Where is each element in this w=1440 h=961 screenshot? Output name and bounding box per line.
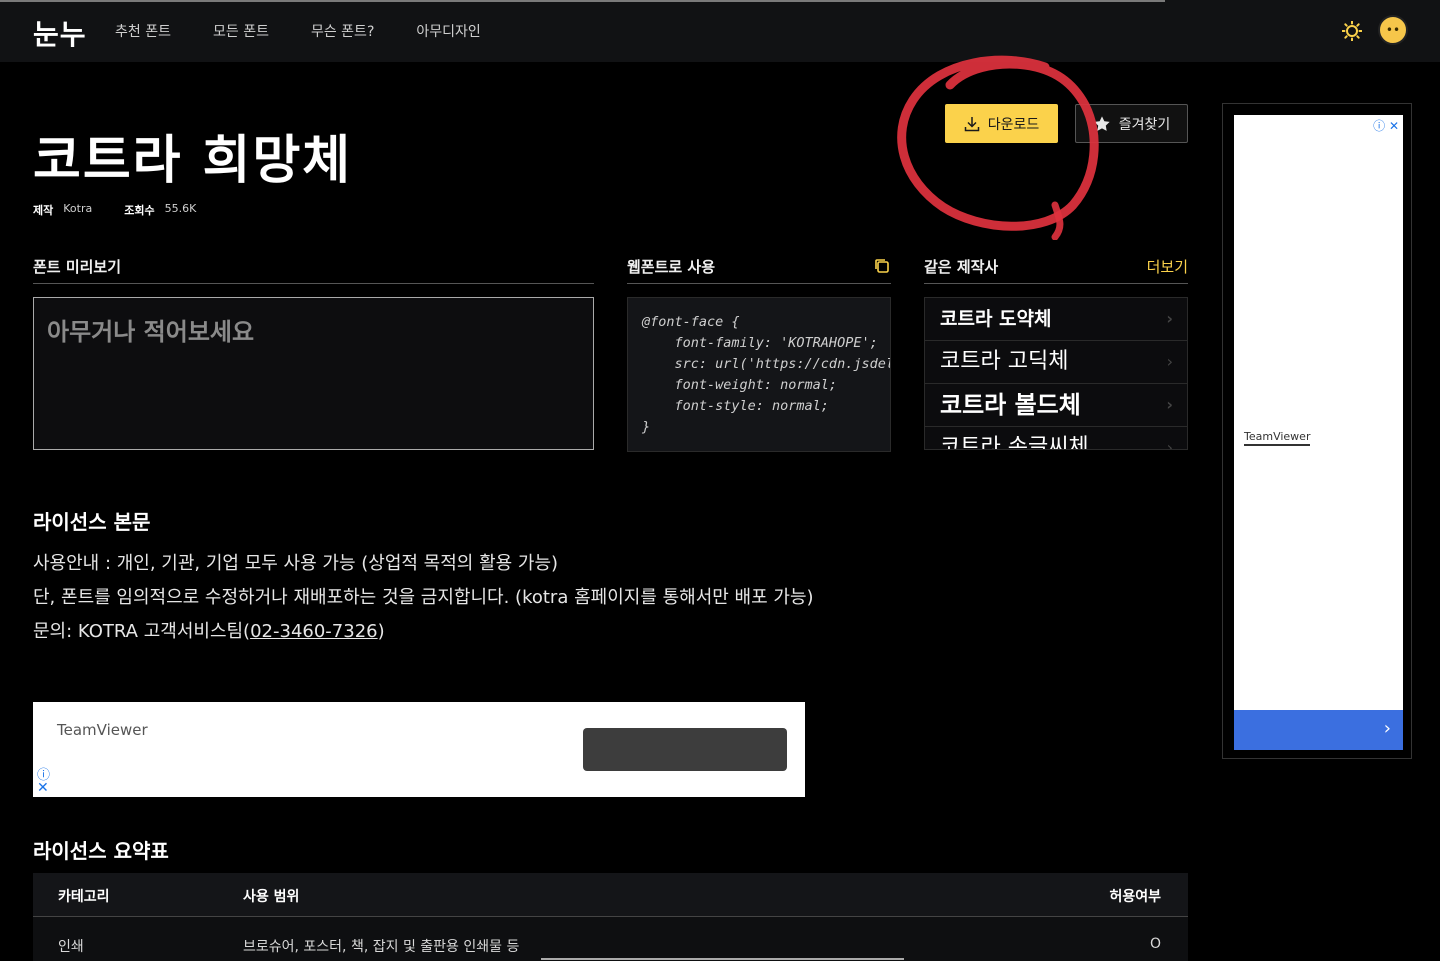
column-header: 허용여부	[1109, 889, 1161, 905]
row-scope: 브로슈어, 포스터, 책, 잡지 및 출판용 인쇄물 등	[243, 939, 520, 955]
preview-input[interactable]	[34, 298, 593, 449]
table-header-row: 카테고리 사용 범위 허용여부	[33, 873, 1188, 917]
side-ad-banner[interactable]: ⓘ ✕ TeamViewer ›	[1222, 103, 1412, 759]
star-icon	[1094, 115, 1110, 131]
maker-font-name: 코트라 고딕체	[940, 349, 1069, 374]
top-navbar: 눈누 추천 폰트 모든 폰트 무슨 폰트? 아무디자인 ••	[0, 0, 1440, 62]
preview-box	[33, 297, 594, 450]
copy-icon[interactable]	[873, 256, 891, 279]
download-icon	[964, 116, 979, 131]
chevron-right-icon: ›	[1166, 352, 1173, 371]
favorite-button[interactable]: 즐겨찾기	[1075, 104, 1188, 143]
maker-font-item[interactable]: 코트라 손글씨체 ›	[925, 427, 1187, 450]
ad-cta-bar[interactable]: ›	[1234, 710, 1403, 750]
summary-title: 라이선스 요약표	[33, 839, 169, 863]
contact-prefix: 문의: KOTRA 고객서비스팀(	[33, 621, 251, 642]
download-label: 다운로드	[987, 116, 1040, 133]
site-logo[interactable]: 눈누	[33, 13, 87, 53]
main-nav: 추천 폰트 모든 폰트 무슨 폰트? 아무디자인	[115, 22, 523, 42]
preview-section-header: 폰트 미리보기	[33, 256, 594, 284]
chevron-right-icon: ›	[1166, 438, 1173, 450]
preview-header: 폰트 미리보기	[33, 258, 122, 276]
license-line: 단, 폰트를 임의적으로 수정하거나 재배포하는 것을 금지합니다. (kotr…	[33, 587, 814, 608]
same-maker-section-header: 같은 제작사 더보기	[924, 256, 1188, 284]
red-annotation-circle	[897, 55, 1099, 240]
nav-link-any-design[interactable]: 아무디자인	[416, 22, 480, 42]
more-link[interactable]: 더보기	[1147, 256, 1188, 277]
license-title: 라이선스 본문	[33, 510, 151, 534]
phone-link[interactable]: 02-3460-7326	[250, 621, 378, 642]
maker-font-name: 코트라 볼드체	[940, 390, 1081, 419]
maker-font-name: 코트라 손글씨체	[940, 435, 1089, 450]
nav-link-what-font[interactable]: 무슨 폰트?	[311, 22, 374, 42]
maker-font-name: 코트라 도약체	[940, 308, 1052, 330]
maker-label: 제작	[33, 204, 54, 217]
chevron-right-icon: ›	[1383, 718, 1391, 739]
theme-toggle-sun-icon[interactable]	[1342, 21, 1362, 41]
bottom-ad-banner[interactable]: TeamViewer ⓘ ✕	[33, 702, 805, 797]
download-button[interactable]: 다운로드	[945, 104, 1058, 143]
font-title: 코트라 희망체	[33, 130, 353, 191]
contact-suffix: )	[377, 621, 385, 642]
column-header: 사용 범위	[243, 889, 300, 905]
summary-table: 카테고리 사용 범위 허용여부 인쇄 브로슈어, 포스터, 책, 잡지 및 출판…	[33, 873, 1188, 961]
maker-font-item[interactable]: 코트라 고딕체 ›	[925, 341, 1187, 384]
ad-cta-button[interactable]	[583, 728, 787, 771]
webfont-section-header: 웹폰트로 사용	[627, 256, 891, 284]
nav-link-all-fonts[interactable]: 모든 폰트	[213, 22, 269, 42]
ad-info-close-icon[interactable]: ⓘ ✕	[1373, 117, 1399, 134]
same-maker-header: 같은 제작사	[924, 258, 999, 276]
table-row: 인쇄 브로슈어, 포스터, 책, 잡지 및 출판용 인쇄물 등 O	[33, 917, 1188, 961]
nav-link-recommended[interactable]: 추천 폰트	[115, 22, 171, 42]
column-header: 카테고리	[58, 889, 110, 905]
user-avatar[interactable]: ••	[1378, 15, 1408, 45]
row-allowed: O	[1149, 936, 1161, 952]
chevron-right-icon: ›	[1166, 309, 1173, 328]
page-progress-bar	[0, 0, 1165, 2]
ad-brand: TeamViewer	[57, 721, 148, 739]
license-line: 사용안내 : 개인, 기관, 기업 모두 사용 가능 (상업적 목적의 활용 가…	[33, 553, 559, 574]
maker-font-item[interactable]: 코트라 도약체 ›	[925, 298, 1187, 341]
ad-brand: TeamViewer	[1244, 430, 1311, 446]
maker-font-item[interactable]: 코트라 볼드체 ›	[925, 384, 1187, 427]
row-category: 인쇄	[58, 939, 84, 955]
same-maker-list: 코트라 도약체 › 코트라 고딕체 › 코트라 볼드체 › 코트라 손글씨체 ›	[924, 297, 1188, 450]
webfont-code[interactable]: @font-face { font-family: 'KOTRAHOPE'; s…	[627, 297, 891, 452]
maker-name[interactable]: Kotra	[63, 202, 92, 218]
favorite-label: 즐겨찾기	[1118, 116, 1171, 133]
views-label: 조회수	[124, 204, 155, 217]
chevron-right-icon: ›	[1166, 395, 1173, 414]
ad-close-icon[interactable]: ✕	[37, 780, 49, 796]
font-meta: 제작 Kotra 조회수 55.6K	[33, 202, 196, 218]
webfont-header: 웹폰트로 사용	[627, 258, 716, 276]
license-contact: 문의: KOTRA 고객서비스팀(02-3460-7326)	[33, 617, 385, 643]
views-count: 55.6K	[164, 202, 197, 215]
